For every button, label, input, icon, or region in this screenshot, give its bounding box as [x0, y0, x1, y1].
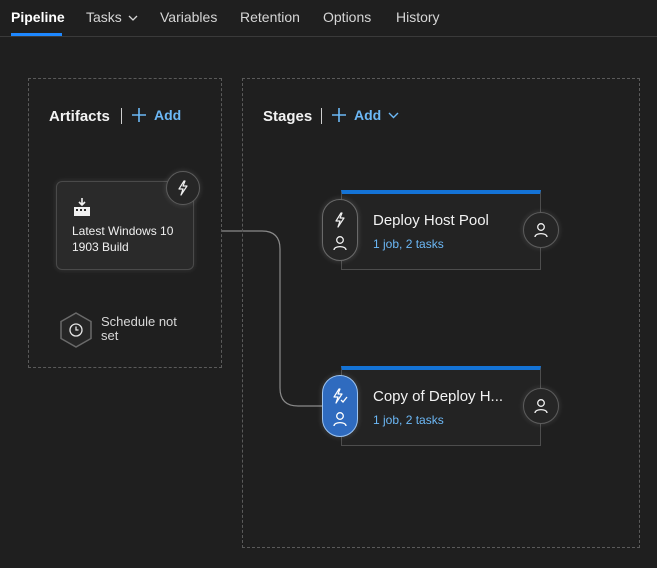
stage-card[interactable]: Copy of Deploy H... 1 job, 2 tasks: [341, 366, 541, 446]
artifact-name: Latest Windows 10 1903 Build: [72, 224, 174, 254]
person-icon: [333, 236, 347, 251]
stage-card[interactable]: Deploy Host Pool 1 job, 2 tasks: [341, 190, 541, 270]
plus-icon: [132, 108, 146, 122]
lightning-icon: [178, 180, 188, 196]
stage-job-summary[interactable]: 1 job, 2 tasks: [373, 237, 444, 251]
add-stage-button[interactable]: Add: [331, 107, 399, 123]
clock-icon: [60, 312, 92, 348]
post-deployment-approvers-button[interactable]: [523, 388, 559, 424]
person-icon: [534, 399, 548, 414]
person-icon: [534, 223, 548, 238]
stage-name: Deploy Host Pool: [373, 212, 489, 229]
stage-name: Copy of Deploy H...: [373, 388, 504, 405]
stage-job-summary[interactable]: 1 job, 2 tasks: [373, 413, 444, 427]
artifact-trigger-button[interactable]: [166, 171, 200, 205]
plus-icon: [332, 108, 346, 122]
chevron-down-icon: [388, 112, 399, 118]
title-separator: [121, 108, 122, 124]
add-artifact-label: Add: [154, 107, 182, 123]
pre-deployment-conditions-button[interactable]: [322, 199, 358, 261]
schedule-trigger[interactable]: Schedule not set: [58, 311, 177, 354]
person-icon: [333, 412, 347, 427]
add-artifact-button[interactable]: Add: [131, 107, 181, 123]
stages-title: Stages: [263, 108, 313, 125]
schedule-status: Schedule not set: [101, 314, 177, 343]
title-separator: [321, 108, 322, 124]
pre-deployment-conditions-button[interactable]: [322, 375, 358, 437]
build-icon: [74, 198, 90, 216]
lightning-icon: [335, 212, 345, 228]
artifacts-title: Artifacts: [49, 108, 110, 125]
post-deployment-approvers-button[interactable]: [523, 212, 559, 248]
lightning-check-icon: [333, 388, 348, 404]
add-stage-label: Add: [354, 107, 382, 123]
stages-panel: [242, 78, 640, 548]
